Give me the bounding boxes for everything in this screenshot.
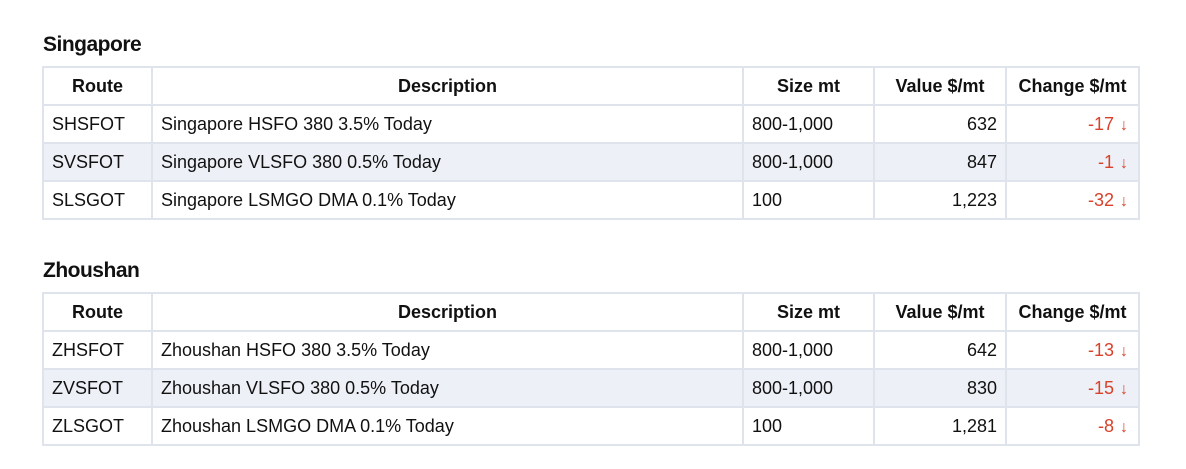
change-value: -32	[1087, 189, 1114, 210]
value-cell: 632	[873, 104, 1007, 144]
table-row: SVSFOT Singapore VLSFO 380 0.5% Today 80…	[42, 142, 1140, 182]
section-singapore: Singapore Route Description Size mt Valu…	[42, 30, 1140, 220]
column-header-size: Size mt	[742, 292, 875, 332]
route-cell: SLSGOT	[42, 180, 153, 220]
down-arrow-icon: ↓	[1120, 342, 1128, 360]
down-arrow-icon: ↓	[1120, 154, 1128, 172]
change-value: -1	[1097, 151, 1114, 172]
table-header-row: Route Description Size mt Value $/mt Cha…	[42, 66, 1140, 106]
value-cell: 830	[873, 368, 1007, 408]
column-header-description: Description	[151, 292, 744, 332]
size-cell: 800-1,000	[742, 368, 875, 408]
change-value: -15	[1087, 377, 1114, 398]
value-cell: 847	[873, 142, 1007, 182]
description-cell: Singapore VLSFO 380 0.5% Today	[151, 142, 744, 182]
change-cell: -15 ↓	[1005, 368, 1140, 408]
column-header-description: Description	[151, 66, 744, 106]
column-header-route: Route	[42, 292, 153, 332]
change-cell: -8 ↓	[1005, 406, 1140, 446]
down-arrow-icon: ↓	[1120, 116, 1128, 134]
size-cell: 100	[742, 406, 875, 446]
route-cell: ZHSFOT	[42, 330, 153, 370]
down-arrow-icon: ↓	[1120, 192, 1128, 210]
description-cell: Zhoushan VLSFO 380 0.5% Today	[151, 368, 744, 408]
column-header-value: Value $/mt	[873, 66, 1007, 106]
table-row: SHSFOT Singapore HSFO 380 3.5% Today 800…	[42, 104, 1140, 144]
description-cell: Zhoushan HSFO 380 3.5% Today	[151, 330, 744, 370]
table-row: ZHSFOT Zhoushan HSFO 380 3.5% Today 800-…	[42, 330, 1140, 370]
value-cell: 1,281	[873, 406, 1007, 446]
table-row: ZVSFOT Zhoushan VLSFO 380 0.5% Today 800…	[42, 368, 1140, 408]
column-header-route: Route	[42, 66, 153, 106]
change-cell: -13 ↓	[1005, 330, 1140, 370]
value-cell: 1,223	[873, 180, 1007, 220]
route-cell: ZLSGOT	[42, 406, 153, 446]
table-row: SLSGOT Singapore LSMGO DMA 0.1% Today 10…	[42, 180, 1140, 220]
change-value: -13	[1087, 339, 1114, 360]
description-cell: Singapore LSMGO DMA 0.1% Today	[151, 180, 744, 220]
route-cell: ZVSFOT	[42, 368, 153, 408]
change-value: -8	[1097, 415, 1114, 436]
section-title: Zhoushan	[43, 259, 140, 282]
change-value: -17	[1087, 113, 1114, 134]
down-arrow-icon: ↓	[1120, 380, 1128, 398]
table-row: ZLSGOT Zhoushan LSMGO DMA 0.1% Today 100…	[42, 406, 1140, 446]
route-cell: SVSFOT	[42, 142, 153, 182]
description-cell: Zhoushan LSMGO DMA 0.1% Today	[151, 406, 744, 446]
change-cell: -17 ↓	[1005, 104, 1140, 144]
column-header-size: Size mt	[742, 66, 875, 106]
change-cell: -32 ↓	[1005, 180, 1140, 220]
size-cell: 800-1,000	[742, 330, 875, 370]
column-header-value: Value $/mt	[873, 292, 1007, 332]
section-zhoushan: Zhoushan Route Description Size mt Value…	[42, 256, 1140, 446]
price-table: Route Description Size mt Value $/mt Cha…	[42, 292, 1140, 446]
size-cell: 800-1,000	[742, 104, 875, 144]
column-header-change: Change $/mt	[1005, 66, 1140, 106]
description-cell: Singapore HSFO 380 3.5% Today	[151, 104, 744, 144]
value-cell: 642	[873, 330, 1007, 370]
down-arrow-icon: ↓	[1120, 418, 1128, 436]
price-table: Route Description Size mt Value $/mt Cha…	[42, 66, 1140, 220]
size-cell: 800-1,000	[742, 142, 875, 182]
route-cell: SHSFOT	[42, 104, 153, 144]
table-header-row: Route Description Size mt Value $/mt Cha…	[42, 292, 1140, 332]
column-header-change: Change $/mt	[1005, 292, 1140, 332]
change-cell: -1 ↓	[1005, 142, 1140, 182]
size-cell: 100	[742, 180, 875, 220]
section-title: Singapore	[43, 33, 142, 56]
